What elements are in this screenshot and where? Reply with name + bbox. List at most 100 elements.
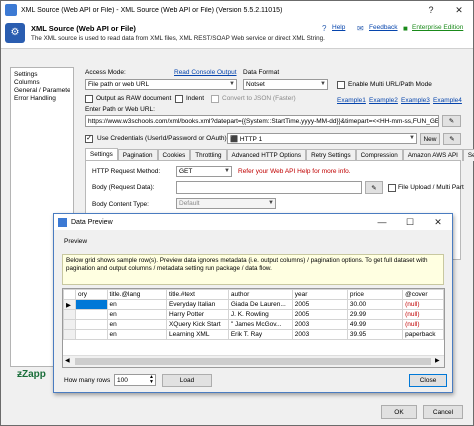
sidebar-item-settings[interactable]: Settings (14, 71, 70, 79)
body-edit-button[interactable]: ✎ (365, 181, 383, 194)
url-input[interactable]: https://www.w3schools.com/xml/books.xml?… (85, 115, 439, 127)
brand-logo: ƶZapp (17, 369, 46, 380)
feedback-link[interactable]: Feedback (369, 24, 398, 31)
column-header[interactable]: year (291, 289, 348, 300)
table-row[interactable]: en Learning XML Erik T. Ray 2003 39.95 paperb… (63, 329, 444, 340)
edit-connection-button[interactable]: ✎ (443, 133, 461, 145)
indent-checkbox[interactable] (175, 95, 183, 103)
table-cell[interactable]: (null) (402, 309, 444, 320)
ok-button[interactable]: OK (381, 405, 417, 419)
read-console-link[interactable]: Read Console Output (174, 69, 237, 76)
scrollbar-thumb[interactable] (75, 358, 431, 365)
horizontal-scrollbar[interactable]: ◀ ▶ (63, 355, 444, 367)
table-cell[interactable]: en (106, 319, 167, 330)
table-cell[interactable]: 39.95 (346, 329, 404, 340)
chevron-down-icon: ▼ (229, 81, 235, 87)
load-button[interactable]: Load (162, 374, 212, 387)
scroll-right-icon[interactable]: ▶ (435, 357, 440, 364)
table-row[interactable]: en XQuery Kick Start " James McGov... 2003 4… (63, 319, 444, 330)
column-header[interactable]: ory (74, 289, 108, 300)
help-link[interactable]: Help (332, 24, 345, 31)
table-cell[interactable]: Erik T. Ray (227, 329, 293, 340)
example1-link[interactable]: Example1 (337, 97, 366, 104)
new-connection-button[interactable]: New (420, 133, 440, 145)
table-cell[interactable]: Learning XML (165, 329, 229, 340)
chevron-down-icon: ▼ (224, 168, 230, 174)
example2-link[interactable]: Example2 (369, 97, 398, 104)
content-type-label: Body Content Type: (92, 201, 149, 208)
table-cell[interactable]: Everyday Italian (165, 299, 229, 310)
table-cell[interactable]: 30.00 (346, 299, 404, 310)
spinner-icon[interactable]: ▲ ▼ (149, 375, 154, 385)
table-cell[interactable] (74, 319, 108, 330)
method-hint: Refer your Web API Help for more info. (238, 168, 351, 175)
body-label: Body (Request Data): (92, 184, 155, 191)
column-header[interactable]: price (346, 289, 404, 300)
column-header[interactable]: title.#text (165, 289, 229, 300)
title-bar: XML Source (Web API or File) - XML Sourc… (1, 1, 473, 19)
table-cell[interactable]: 2003 (291, 319, 348, 330)
connection-select[interactable]: ⬛ HTTP 1 ▼ (227, 133, 417, 144)
table-cell[interactable] (74, 309, 108, 320)
rows-count-value: 100 (117, 377, 128, 384)
scroll-left-icon[interactable]: ◀ (65, 357, 70, 364)
column-header[interactable] (63, 289, 76, 300)
table-cell[interactable]: (null) (402, 299, 444, 310)
content-type-select[interactable]: Default ▼ (176, 198, 276, 209)
rows-count-input[interactable]: 100 ▲ ▼ (114, 374, 156, 386)
multi-url-checkbox[interactable] (337, 81, 345, 89)
table-cell[interactable]: (null) (402, 319, 444, 330)
column-header[interactable]: title.@lang (106, 289, 167, 300)
example3-link[interactable]: Example3 (401, 97, 430, 104)
method-value: GET (179, 168, 193, 175)
access-mode-select[interactable]: File path or web URL ▼ (85, 79, 237, 90)
table-cell[interactable]: Giada De Lauren... (227, 299, 293, 310)
table-cell[interactable]: 2003 (291, 329, 348, 340)
header-title: XML Source (Web API or File) (31, 24, 136, 33)
table-cell[interactable]: en (106, 329, 167, 340)
minimize-button[interactable]: — (368, 213, 396, 231)
sidebar-item-error-handling[interactable]: Error Handling (14, 95, 70, 103)
table-cell[interactable]: Harry Potter (165, 309, 229, 320)
table-row[interactable]: ▶ en Everyday Italian Giada De Lauren... 200… (63, 299, 444, 310)
preview-close-icon[interactable]: ✕ (424, 213, 452, 231)
table-row[interactable]: en Harry Potter J. K. Rowling 2005 29.99 (nul… (63, 309, 444, 320)
table-cell[interactable]: " James McGov... (227, 319, 293, 330)
help-window-button[interactable]: ? (417, 1, 445, 19)
edition-link[interactable]: Enterprise Edition (412, 24, 463, 31)
multi-url-label: Enable Multi URL/Path Mode (348, 81, 432, 88)
sidebar-item-general[interactable]: General / Parameters (14, 87, 70, 95)
column-header[interactable]: @cover (402, 289, 444, 300)
table-cell[interactable]: J. K. Rowling (227, 309, 293, 320)
preview-grid[interactable]: ory title.@lang title.#text author year … (62, 288, 445, 368)
table-cell[interactable] (74, 329, 108, 340)
raw-document-checkbox[interactable] (85, 95, 93, 103)
maximize-button[interactable]: ☐ (396, 213, 424, 231)
table-cell[interactable]: 2005 (291, 309, 348, 320)
credentials-checkbox[interactable]: ✓ (85, 135, 93, 143)
example4-link[interactable]: Example4 (433, 97, 462, 104)
preview-close-button[interactable]: Close (409, 374, 447, 387)
url-edit-button[interactable]: ✎ (442, 115, 461, 127)
table-cell[interactable]: 2005 (291, 299, 348, 310)
table-cell[interactable]: XQuery Kick Start (165, 319, 229, 330)
convert-json-checkbox[interactable] (211, 95, 219, 103)
chevron-down-icon: ▼ (268, 200, 274, 206)
column-header[interactable]: author (227, 289, 293, 300)
sidebar-item-columns[interactable]: Columns (14, 79, 70, 87)
body-input[interactable] (176, 181, 362, 194)
method-select[interactable]: GET ▼ (176, 166, 232, 177)
table-cell[interactable]: 29.99 (346, 309, 404, 320)
table-cell[interactable] (74, 299, 108, 310)
tab-more[interactable]: Se (462, 149, 474, 161)
data-format-select[interactable]: Notset ▼ (243, 79, 328, 90)
table-cell[interactable]: 49.99 (346, 319, 404, 330)
upload-checkbox[interactable] (388, 184, 396, 192)
table-cell[interactable]: paperback (402, 329, 444, 340)
preview-section-label: Preview (64, 238, 88, 245)
table-cell[interactable]: en (106, 309, 167, 320)
table-cell[interactable]: en (106, 299, 167, 310)
close-window-button[interactable]: ✕ (445, 1, 473, 19)
connection-value: HTTP 1 (239, 136, 263, 143)
cancel-button[interactable]: Cancel (423, 405, 463, 419)
